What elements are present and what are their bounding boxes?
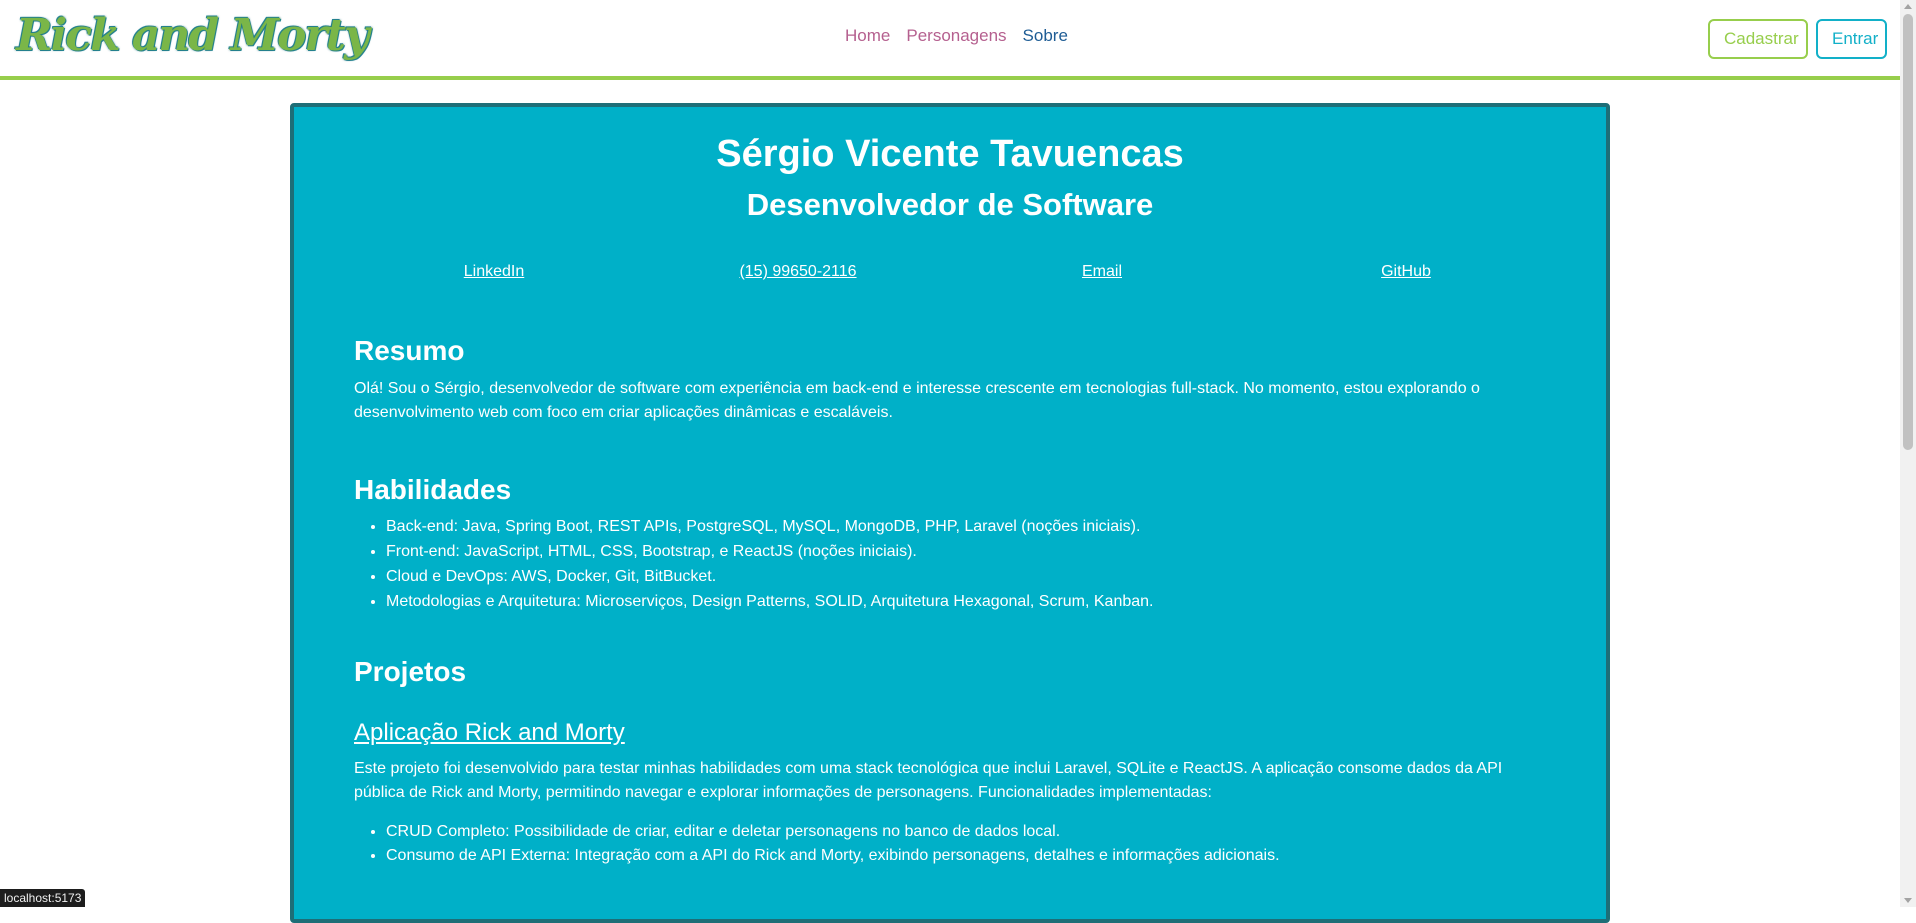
scrollbar-thumb[interactable] [1903, 14, 1913, 450]
email-link[interactable]: Email [1082, 263, 1122, 281]
skill-item-methodologies: Metodologias e Arquitetura: Microserviço… [386, 589, 1154, 614]
project-title-link[interactable]: Aplicação Rick and Morty [354, 719, 625, 747]
profile-name: Sérgio Vicente Tavuencas [716, 133, 1184, 175]
linkedin-link[interactable]: LinkedIn [464, 263, 525, 281]
nav-link-home[interactable]: Home [845, 26, 890, 46]
skills-list: Back-end: Java, Spring Boot, REST APIs, … [354, 514, 1154, 614]
nav-links: Home Personagens Sobre [845, 26, 1068, 46]
nav-link-about[interactable]: Sobre [1023, 26, 1068, 46]
nav-link-characters[interactable]: Personagens [906, 26, 1006, 46]
summary-heading: Resumo [354, 335, 465, 366]
project-feature-item: CRUD Completo: Possibilidade de criar, e… [386, 820, 1280, 844]
project-feature-item: Consumo de API Externa: Integração com a… [386, 844, 1280, 868]
resume-card: Sérgio Vicente Tavuencas Desenvolvedor d… [290, 103, 1610, 923]
project-description: Este projeto foi desenvolvido para testa… [354, 760, 1503, 801]
register-button[interactable]: Cadastrar [1708, 19, 1808, 59]
scroll-up-arrow-icon[interactable] [1904, 4, 1912, 9]
navbar: Rick and Morty Home Personagens Sobre Ca… [0, 0, 1900, 80]
skills-heading: Habilidades [354, 474, 512, 505]
projects-heading: Projetos [354, 656, 467, 687]
login-button[interactable]: Entrar [1816, 19, 1887, 59]
skill-item-backend: Back-end: Java, Spring Boot, REST APIs, … [386, 514, 1154, 539]
scroll-down-arrow-icon[interactable] [1904, 898, 1912, 903]
status-bar-url: localhost:5173 [0, 889, 86, 907]
logo-text: Rick and Morty [16, 10, 370, 61]
github-link[interactable]: GitHub [1381, 263, 1431, 281]
phone-link[interactable]: (15) 99650-2116 [739, 263, 856, 281]
project-features-list: CRUD Completo: Possibilidade de criar, e… [354, 820, 1280, 868]
logo[interactable]: Rick and Morty [16, 6, 370, 68]
summary-text: Olá! Sou o Sérgio, desenvolvedor de soft… [354, 380, 1480, 421]
skill-item-frontend: Front-end: JavaScript, HTML, CSS, Bootst… [386, 539, 1154, 564]
profile-role: Desenvolvedor de Software [746, 187, 1154, 222]
contact-links: LinkedIn (15) 99650-2116 Email GitHub [294, 263, 1606, 287]
page-scrollbar[interactable] [1900, 0, 1916, 907]
skill-item-cloud: Cloud e DevOps: AWS, Docker, Git, BitBuc… [386, 564, 1154, 589]
